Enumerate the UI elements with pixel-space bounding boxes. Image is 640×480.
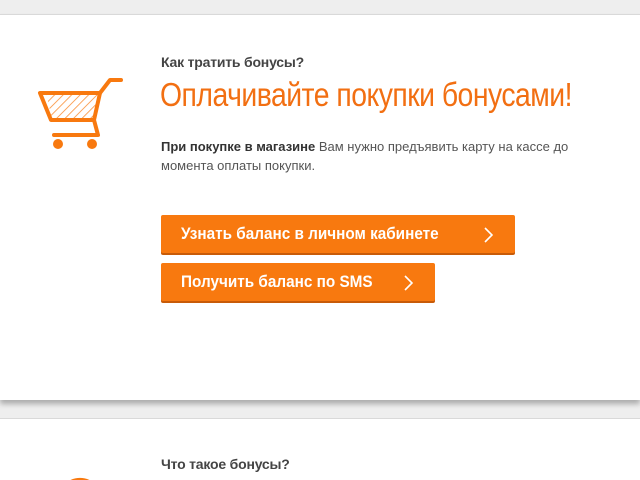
section-icon	[70, 478, 90, 480]
button-label: Узнать баланс в личном кабинете	[181, 224, 439, 243]
page: Как тратить бонусы? Оплачивайте покупки …	[0, 0, 640, 480]
chevron-right-icon	[404, 275, 413, 291]
get-balance-sms-button[interactable]: Получить баланс по SMS	[161, 263, 435, 301]
button-label: Получить баланс по SMS	[181, 272, 373, 291]
section-eyebrow: Как тратить бонусы?	[161, 54, 304, 70]
check-balance-account-button[interactable]: Узнать баланс в личном кабинете	[161, 215, 515, 253]
section-headline: Оплачивайте покупки бонусами!	[160, 76, 573, 113]
section-description: При покупке в магазине Вам нужно предъяв…	[161, 137, 601, 175]
section-eyebrow: Что такое бонусы?	[161, 456, 290, 472]
what-are-bonuses-section	[0, 418, 640, 480]
shopping-cart-icon	[38, 78, 123, 149]
description-bold: При покупке в магазине	[161, 139, 316, 154]
chevron-right-icon	[484, 227, 493, 243]
